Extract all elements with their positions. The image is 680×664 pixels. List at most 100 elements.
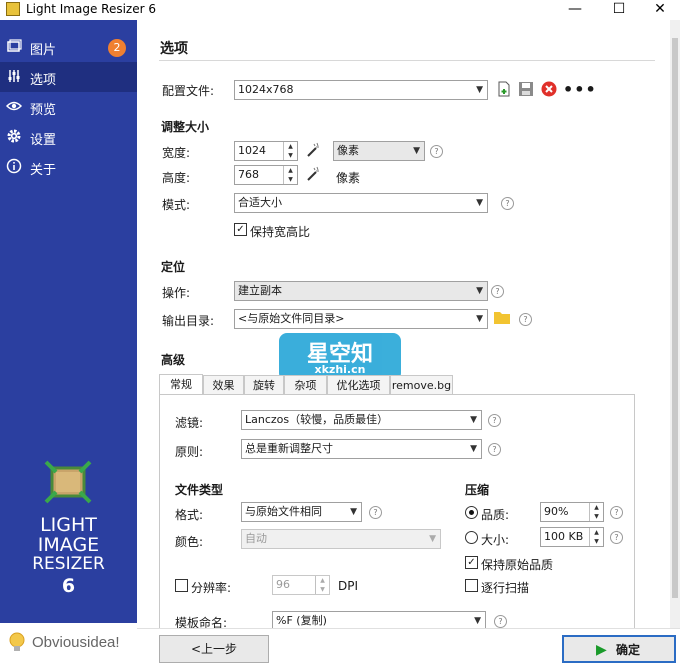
unit-select[interactable]: 像素 ▼ bbox=[333, 141, 425, 161]
folder-icon[interactable] bbox=[493, 310, 511, 325]
filetype-section-title: 文件类型 bbox=[175, 483, 224, 497]
action-select[interactable]: 建立副本 ▼ bbox=[234, 281, 488, 301]
tab-rotate[interactable]: 旋转 bbox=[244, 375, 284, 395]
advanced-section-title: 高级 bbox=[161, 353, 186, 367]
sidebar-item-settings[interactable]: 设置 bbox=[0, 122, 137, 152]
page-title: 选项 bbox=[160, 41, 188, 57]
new-profile-icon[interactable] bbox=[497, 81, 511, 97]
dpi-label: DPI bbox=[338, 579, 359, 593]
gear-icon bbox=[7, 129, 21, 143]
save-profile-icon[interactable] bbox=[518, 81, 534, 97]
help-icon[interactable]: ? bbox=[610, 531, 623, 544]
vertical-scrollbar[interactable] bbox=[670, 20, 680, 640]
resolution-label: 分辨率: bbox=[191, 581, 232, 595]
keep-ratio-label: 保持宽高比 bbox=[250, 225, 311, 239]
ok-button[interactable]: ▶ 确定 bbox=[562, 635, 676, 663]
keep-quality-label: 保持原始品质 bbox=[481, 558, 554, 572]
magic-wand-icon[interactable] bbox=[305, 166, 321, 182]
filter-select[interactable]: Lanczos（较慢，品质最佳） ▼ bbox=[241, 410, 482, 430]
sidebar-item-label: 关于 bbox=[30, 163, 57, 178]
quality-label: 品质: bbox=[481, 508, 510, 522]
resolution-checkbox[interactable] bbox=[175, 579, 188, 592]
close-button[interactable]: ✕ bbox=[640, 0, 680, 20]
back-button[interactable]: <上一步 bbox=[159, 635, 269, 663]
compression-section-title: 压缩 bbox=[465, 483, 490, 497]
output-dir-label: 输出目录: bbox=[162, 314, 215, 328]
brand-area: Obviousidea! bbox=[0, 623, 137, 663]
quality-stepper[interactable]: 90% ▲ ▼ bbox=[540, 502, 604, 522]
position-section-title: 定位 bbox=[161, 260, 186, 274]
format-select[interactable]: 与原始文件相同 ▼ bbox=[241, 502, 362, 522]
width-stepper[interactable]: 1024 ▲ ▼ bbox=[234, 141, 298, 161]
help-icon[interactable]: ? bbox=[369, 506, 382, 519]
ok-label: 确定 bbox=[616, 643, 641, 657]
tab-general[interactable]: 常规 bbox=[159, 374, 203, 396]
info-icon bbox=[6, 158, 22, 174]
help-icon[interactable]: ? bbox=[488, 443, 501, 456]
color-select[interactable]: 自动 ▼ bbox=[241, 529, 441, 549]
divider bbox=[159, 60, 655, 61]
logo-text: 6 bbox=[61, 575, 76, 597]
tab-optimize[interactable]: 优化选项 bbox=[327, 375, 390, 395]
size-radio[interactable] bbox=[465, 531, 478, 544]
help-icon[interactable]: ? bbox=[610, 506, 623, 519]
maximize-button[interactable]: ☐ bbox=[599, 0, 639, 20]
logo-text: RESIZER bbox=[32, 554, 105, 574]
format-label: 格式: bbox=[175, 508, 204, 522]
minimize-button[interactable]: — bbox=[555, 0, 595, 20]
progressive-label: 逐行扫描 bbox=[481, 581, 530, 595]
app-logo-icon bbox=[44, 460, 92, 504]
sidebar-item-label: 图片 bbox=[30, 43, 57, 58]
window-title: Light Image Resizer 6 bbox=[26, 2, 156, 16]
mode-select[interactable]: 合适大小 ▼ bbox=[234, 193, 488, 213]
title-bar: Light Image Resizer 6 — ☐ ✕ bbox=[0, 0, 680, 20]
play-arrow-icon: ▶ bbox=[596, 642, 607, 658]
progressive-checkbox[interactable] bbox=[465, 579, 478, 592]
images-icon bbox=[7, 39, 22, 52]
width-label: 宽度: bbox=[162, 146, 191, 160]
sliders-icon bbox=[8, 70, 20, 82]
sidebar-item-label: 选项 bbox=[30, 73, 57, 88]
sidebar: 图片 2 选项 预览 设置 关于 LIGHT IMAGE RESIZER 6 O… bbox=[0, 20, 137, 663]
quality-radio[interactable] bbox=[465, 506, 478, 519]
filter-label: 滤镜: bbox=[175, 416, 204, 430]
brand-logo: Obviousidea! bbox=[32, 634, 120, 651]
sidebar-item-about[interactable]: 关于 bbox=[0, 152, 137, 182]
resolution-stepper[interactable]: 96 ▲ ▼ bbox=[272, 575, 330, 595]
logo-text: IMAGE bbox=[37, 534, 100, 556]
app-icon bbox=[6, 2, 20, 16]
height-label: 高度: bbox=[162, 171, 191, 185]
delete-profile-icon[interactable] bbox=[541, 81, 557, 97]
help-icon[interactable]: ? bbox=[494, 615, 507, 628]
help-icon[interactable]: ? bbox=[430, 145, 443, 158]
sidebar-item-preview[interactable]: 预览 bbox=[0, 92, 137, 122]
tab-remove-bg[interactable]: remove.bg bbox=[390, 375, 453, 395]
rule-select[interactable]: 总是重新调整尺寸 ▼ bbox=[241, 439, 482, 459]
profile-label: 配置文件: bbox=[162, 84, 215, 98]
magic-wand-icon[interactable] bbox=[305, 142, 321, 158]
tab-effects[interactable]: 效果 bbox=[203, 375, 244, 395]
watermark-logo: 星空知 xkzhi.cn bbox=[279, 333, 401, 381]
eye-icon bbox=[6, 101, 22, 111]
output-dir-select[interactable]: <与原始文件同目录> ▼ bbox=[234, 309, 488, 329]
keep-ratio-checkbox[interactable]: ✓ bbox=[234, 223, 247, 236]
tab-misc[interactable]: 杂项 bbox=[284, 375, 327, 395]
rule-label: 原则: bbox=[175, 445, 204, 459]
help-icon[interactable]: ? bbox=[501, 197, 514, 210]
size-stepper[interactable]: 100 KB ▲ ▼ bbox=[540, 527, 604, 547]
sidebar-item-images[interactable]: 图片 2 bbox=[0, 32, 137, 62]
help-icon[interactable]: ? bbox=[491, 285, 504, 298]
sidebar-item-label: 设置 bbox=[30, 133, 57, 148]
more-options-icon[interactable]: ••• bbox=[563, 80, 597, 99]
sidebar-item-label: 预览 bbox=[30, 103, 57, 118]
help-icon[interactable]: ? bbox=[488, 414, 501, 427]
help-icon[interactable]: ? bbox=[519, 313, 532, 326]
logo-text: LIGHT bbox=[40, 514, 97, 536]
keep-quality-checkbox[interactable]: ✓ bbox=[465, 556, 478, 569]
size-label: 大小: bbox=[481, 533, 510, 547]
profile-select[interactable]: 1024x768 ▼ bbox=[234, 80, 488, 100]
height-stepper[interactable]: 768 ▲ ▼ bbox=[234, 165, 298, 185]
bottom-bar: <上一步 ▶ 确定 bbox=[137, 628, 680, 664]
sidebar-item-options[interactable]: 选项 bbox=[0, 62, 137, 92]
image-count-badge: 2 bbox=[108, 39, 126, 57]
